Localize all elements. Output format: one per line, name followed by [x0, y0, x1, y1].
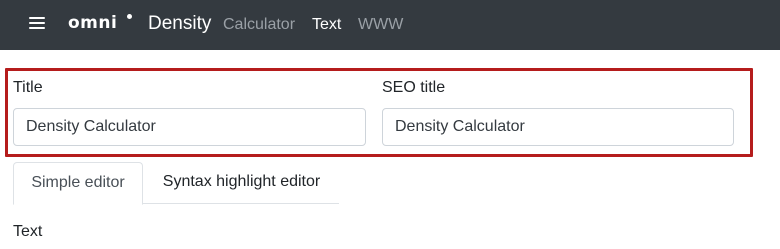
nav-density-title[interactable]: Density: [148, 12, 211, 36]
top-navbar: omni Density Calculator Text WWW: [0, 0, 780, 50]
hamburger-menu-icon[interactable]: [29, 16, 45, 30]
omni-logo-dot: [127, 14, 132, 19]
nav-link-text[interactable]: Text: [312, 13, 341, 37]
title-label: Title: [13, 79, 43, 96]
nav-link-calculator[interactable]: Calculator: [223, 13, 295, 37]
omni-logo[interactable]: omni: [68, 12, 117, 34]
seo-title-label: SEO title: [382, 79, 446, 96]
tab-syntax-highlight-editor[interactable]: Syntax highlight editor: [144, 162, 339, 204]
text-section-label: Text: [13, 223, 43, 240]
seo-title-input[interactable]: [382, 108, 734, 146]
title-input[interactable]: [13, 108, 366, 146]
tab-simple-editor[interactable]: Simple editor: [13, 162, 143, 205]
nav-link-www[interactable]: WWW: [358, 13, 403, 37]
editor-tabs: Simple editor Syntax highlight editor: [13, 162, 339, 205]
